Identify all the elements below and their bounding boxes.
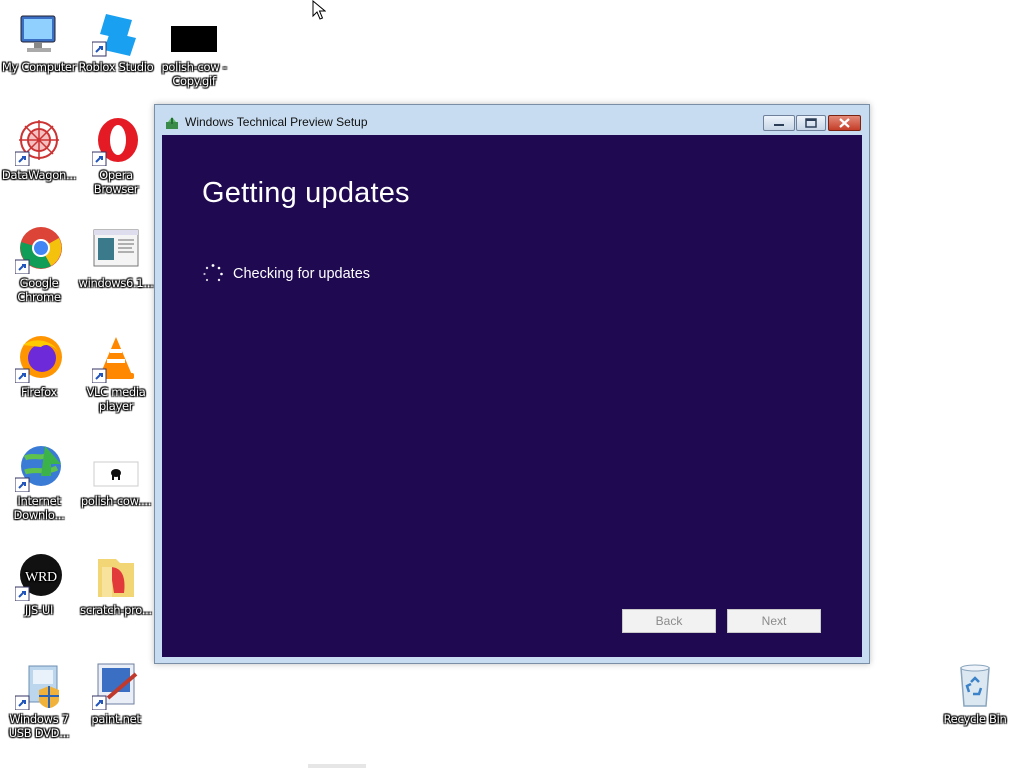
maximize-button[interactable]	[796, 115, 826, 131]
opera-icon	[92, 118, 140, 166]
minimize-icon	[774, 124, 784, 126]
desktop-icon-label: Firefox	[21, 385, 57, 399]
back-button[interactable]: Back	[622, 609, 716, 633]
desktop-icon-label: windows6.1...	[78, 276, 154, 290]
setup-app-icon	[165, 115, 179, 129]
status-text: Checking for updates	[233, 266, 371, 282]
desktop-icon-datawagon[interactable]: DataWagon...	[0, 118, 78, 182]
taskbar-edge	[308, 764, 366, 768]
desktop-icon-label: Google Chrome	[17, 276, 61, 304]
desktop-icon-roblox-studio[interactable]: Roblox Studio	[77, 10, 155, 74]
mouse-cursor-icon	[312, 0, 326, 20]
installer-file-icon	[92, 226, 140, 274]
desktop-icon-windows61[interactable]: windows6.1...	[77, 226, 155, 290]
setup-window: Windows Technical Preview Setup Getting …	[154, 104, 870, 664]
usb-dvd-tool-icon	[15, 662, 63, 710]
desktop-icon-polish-cow-copy[interactable]: polish-cow - Copy.gif	[155, 10, 233, 88]
minimize-button[interactable]	[763, 115, 795, 131]
gif-file-icon	[92, 444, 140, 492]
page-heading: Getting updates	[202, 177, 410, 209]
folder-icon	[92, 553, 140, 601]
desktop-icon-opera[interactable]: Opera Browser	[77, 118, 155, 196]
setup-content-area: Getting updates Checking for updates Bac…	[162, 135, 862, 657]
firefox-icon	[15, 335, 63, 383]
desktop-icon-win7-usb[interactable]: Windows 7 USB DVD...	[0, 662, 78, 740]
maximize-icon	[805, 118, 817, 128]
desktop-icon-label: Roblox Studio	[78, 60, 154, 74]
next-button[interactable]: Next	[727, 609, 821, 633]
close-icon	[839, 118, 850, 128]
desktop-icon-google-chrome[interactable]: Google Chrome	[0, 226, 78, 304]
gif-file-icon	[170, 10, 218, 58]
desktop-icon-vlc[interactable]: VLC media player	[77, 335, 155, 413]
desktop-icon-firefox[interactable]: Firefox	[0, 335, 78, 399]
desktop-icon-recycle-bin[interactable]: Recycle Bin	[936, 662, 1014, 726]
desktop-icon-label: Windows 7 USB DVD...	[8, 712, 70, 740]
window-titlebar[interactable]: Windows Technical Preview Setup	[155, 105, 869, 135]
desktop-icon-my-computer[interactable]: My Computer	[0, 10, 78, 74]
desktop-icon-label: VLC media player	[86, 385, 146, 413]
roblox-studio-icon	[92, 10, 140, 58]
desktop-icon-label: DataWagon...	[1, 168, 77, 182]
desktop-icon-internet-download[interactable]: Internet Downlo...	[0, 444, 78, 522]
desktop-icon-label: polish-cow - Copy.gif	[161, 60, 227, 88]
chrome-icon	[15, 226, 63, 274]
desktop-icon-polish-cow[interactable]: polish-cow....	[77, 444, 155, 508]
recycle-bin-icon	[951, 662, 999, 710]
desktop-icon-label: paint.net	[91, 712, 141, 726]
desktop-icon-label: Internet Downlo...	[13, 494, 65, 522]
desktop-icon-label: polish-cow....	[80, 494, 152, 508]
paintnet-icon	[92, 662, 140, 710]
vlc-icon	[92, 335, 140, 383]
desktop-icon-scratch-pro[interactable]: scratch-pro...	[77, 553, 155, 617]
computer-icon	[15, 10, 63, 58]
desktop-icon-label: Opera Browser	[93, 168, 139, 196]
close-button[interactable]	[828, 115, 861, 131]
datawagon-icon	[15, 118, 63, 166]
desktop-icon-paintnet[interactable]: paint.net	[77, 662, 155, 726]
loading-spinner-icon	[203, 264, 223, 282]
internet-download-manager-icon	[15, 444, 63, 492]
desktop-icon-label: My Computer	[1, 60, 77, 74]
desktop-icon-label: scratch-pro...	[80, 603, 152, 617]
desktop-icon-jjs-ui[interactable]: WRD JJS-UI	[0, 553, 78, 617]
desktop-icon-label: JJS-UI	[24, 603, 54, 617]
window-title: Windows Technical Preview Setup	[185, 115, 368, 129]
svg-text:WRD: WRD	[25, 570, 57, 585]
jjs-ui-icon: WRD	[15, 553, 63, 601]
desktop-icon-label: Recycle Bin	[943, 712, 1007, 726]
